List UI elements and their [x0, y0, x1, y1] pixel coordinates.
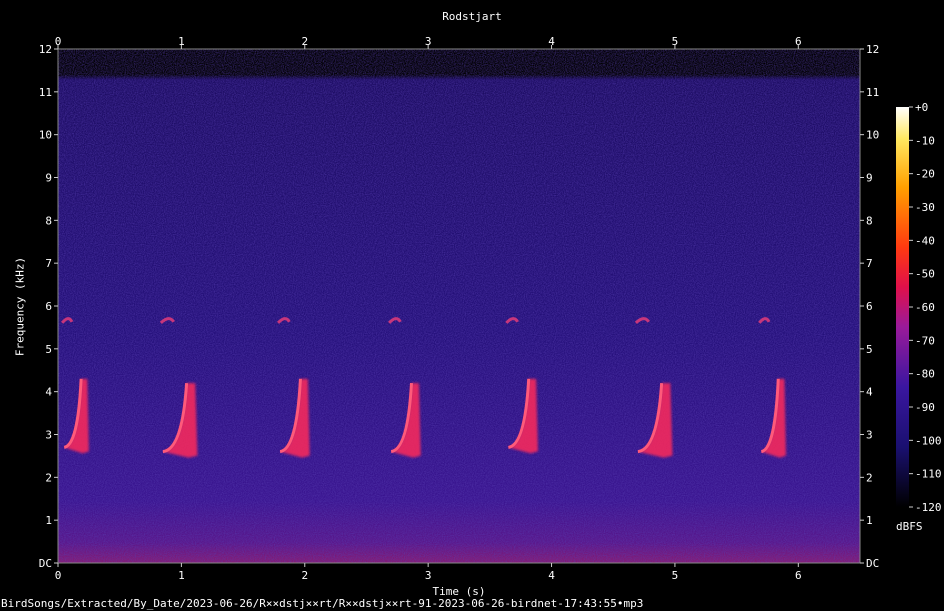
- y-tick-label-right: 4: [866, 386, 873, 399]
- colorbar-ticks: +0 -10 -20 -30 -40 -50 -60 -70 -80 -90 -100 -110 -12…: [909, 101, 942, 514]
- y-tick-label-right: DC: [866, 557, 879, 570]
- colorbar-unit: dBFS: [896, 520, 923, 533]
- x-tick-label-top: 1: [178, 35, 185, 48]
- x-tick-label: 3: [425, 569, 432, 582]
- y-tick-label-right: 11: [866, 86, 879, 99]
- colorbar-tick-label: -120: [915, 501, 942, 514]
- y-tick-label: 2: [45, 471, 52, 484]
- colorbar-tick-label: -40: [915, 234, 935, 247]
- colorbar-tick-label: -80: [915, 368, 935, 381]
- y-tick-label-right: 1: [866, 514, 873, 527]
- x-tick-label-top: 6: [795, 35, 802, 48]
- x-tick-label-top: 3: [425, 35, 432, 48]
- y-tick-label: 10: [39, 129, 52, 142]
- chart-title: Rodstjart: [442, 10, 502, 23]
- y-tick-label: 4: [45, 386, 52, 399]
- x-tick-label-top: 2: [301, 35, 308, 48]
- y-tick-label-right: 5: [866, 343, 873, 356]
- colorbar-tick-label: -90: [915, 401, 935, 414]
- x-tick-label-top: 4: [548, 35, 555, 48]
- x-tick-label: 0: [55, 569, 62, 582]
- x-tick-label: 5: [672, 569, 679, 582]
- y-tick-label: 12: [39, 43, 52, 56]
- y-tick-label: 8: [45, 214, 52, 227]
- colorbar-tick-label: -100: [915, 434, 942, 447]
- y-tick-label: 6: [45, 300, 52, 313]
- colorbar-tick-label: -60: [915, 301, 935, 314]
- y-tick-label: 1: [45, 514, 52, 527]
- spectrogram-noise: [58, 49, 860, 563]
- colorbar-tick-label: +0: [915, 101, 928, 114]
- x-tick-label-top: 5: [672, 35, 679, 48]
- x-tick-label: 2: [301, 569, 308, 582]
- x-tick-label: 1: [178, 569, 185, 582]
- y-tick-label-right: 2: [866, 471, 873, 484]
- y-tick-label-right: 6: [866, 300, 873, 313]
- y-tick-label-right: 12: [866, 43, 879, 56]
- colorbar-tick-label: -110: [915, 468, 942, 481]
- spectrogram-chart: 00112233445566DC DC1 12 23 34 45 56 67 78 89 910 10…: [39, 35, 942, 582]
- x-tick-label: 4: [548, 569, 555, 582]
- colorbar-tick-label: -20: [915, 168, 935, 181]
- colorbar-tick-label: -70: [915, 334, 935, 347]
- y-tick-label-right: 10: [866, 129, 879, 142]
- y-tick-label: 3: [45, 429, 52, 442]
- x-tick-label: 6: [795, 569, 802, 582]
- y-tick-label-right: 3: [866, 429, 873, 442]
- y-axis-label: Frequency (kHz): [13, 256, 27, 357]
- y-tick-label: 9: [45, 172, 52, 185]
- y-tick-label-right: 7: [866, 257, 873, 270]
- colorbar-tick-label: -10: [915, 134, 935, 147]
- colorbar-tick-label: -50: [915, 268, 935, 281]
- file-path: BirdSongs/Extracted/By_Date/2023-06-26/R…: [1, 597, 644, 610]
- y-tick-label: DC: [39, 557, 52, 570]
- y-tick-label: 7: [45, 257, 52, 270]
- y-tick-label: 5: [45, 343, 52, 356]
- y-tick-label-right: 9: [866, 172, 873, 185]
- colorbar: [896, 107, 909, 507]
- y-tick-label-right: 8: [866, 214, 873, 227]
- y-tick-label: 11: [39, 86, 52, 99]
- colorbar-tick-label: -30: [915, 201, 935, 214]
- x-tick-label-top: 0: [55, 35, 62, 48]
